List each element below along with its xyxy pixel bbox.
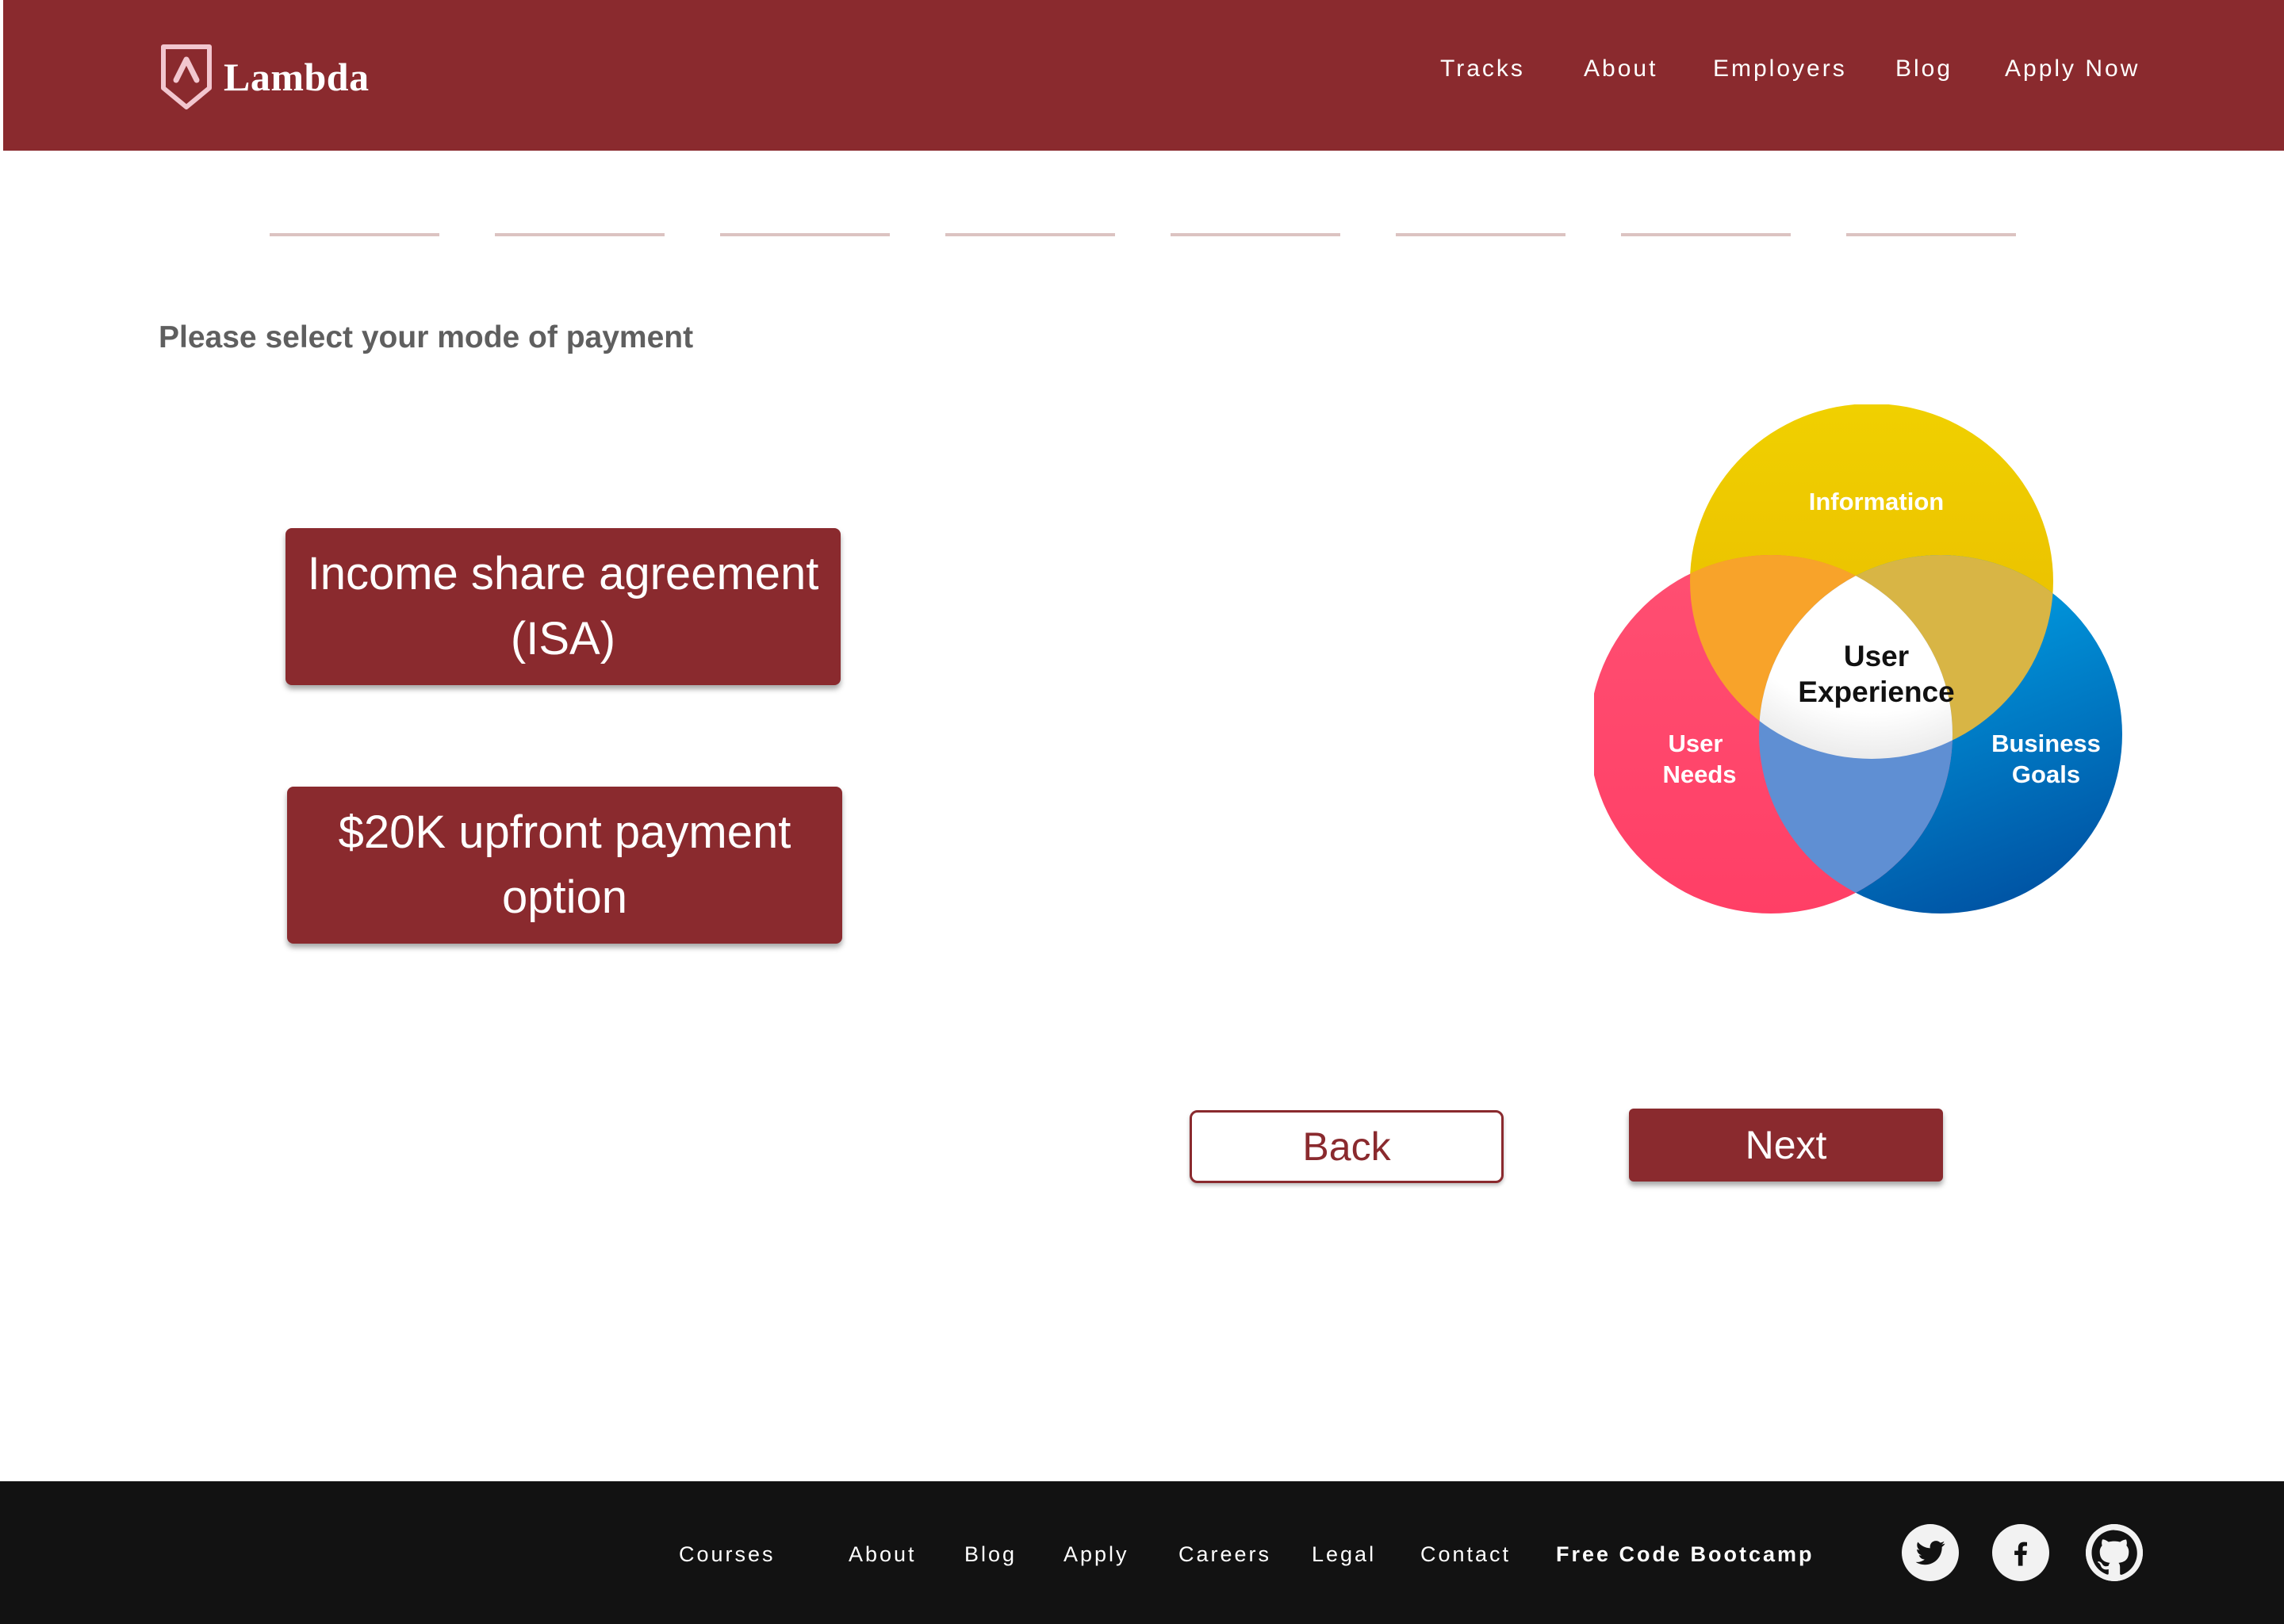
venn-label-business-goals-2: Goals bbox=[2012, 760, 2080, 788]
nav-apply-now[interactable]: Apply Now bbox=[2005, 49, 2140, 89]
progress-step bbox=[720, 233, 890, 236]
venn-label-user-needs-1: User bbox=[1669, 730, 1723, 757]
footer-legal[interactable]: Legal bbox=[1312, 1538, 1376, 1570]
ux-venn-diagram: Information User Needs Business Goals Us… bbox=[1594, 404, 2122, 914]
progress-step bbox=[945, 233, 1115, 236]
venn-label-information: Information bbox=[1809, 488, 1945, 515]
nav-about[interactable]: About bbox=[1584, 49, 1657, 89]
progress-step bbox=[270, 233, 439, 236]
footer-apply[interactable]: Apply bbox=[1063, 1538, 1129, 1570]
upfront-option-button[interactable]: $20K upfront payment option bbox=[287, 787, 842, 944]
isa-option-line2: (ISA) bbox=[510, 613, 616, 665]
venn-label-ux-2: Experience bbox=[1798, 676, 1954, 708]
nav-blog[interactable]: Blog bbox=[1895, 49, 1953, 89]
venn-label-ux-1: User bbox=[1844, 640, 1909, 672]
footer-blog[interactable]: Blog bbox=[964, 1538, 1017, 1570]
nav-tracks[interactable]: Tracks bbox=[1440, 49, 1525, 89]
payment-prompt: Please select your mode of payment bbox=[159, 320, 694, 354]
isa-option-button[interactable]: Income share agreement (ISA) bbox=[286, 528, 841, 685]
progress-step bbox=[1846, 233, 2016, 236]
facebook-icon bbox=[2014, 1542, 2027, 1566]
progress-step bbox=[495, 233, 665, 236]
footer-free-code-bootcamp[interactable]: Free Code Bootcamp bbox=[1556, 1538, 1815, 1570]
upfront-option-line1: $20K upfront payment bbox=[338, 806, 791, 858]
github-link[interactable] bbox=[2086, 1524, 2143, 1581]
site-footer: Courses About Blog Apply Careers Legal C… bbox=[0, 1481, 2284, 1624]
upfront-option-line2: option bbox=[501, 871, 628, 923]
footer-about[interactable]: About bbox=[849, 1538, 917, 1570]
venn-label-business-goals-1: Business bbox=[1991, 730, 2101, 757]
venn-label-user-needs-2: Needs bbox=[1662, 760, 1736, 788]
facebook-link[interactable] bbox=[1992, 1524, 2049, 1581]
progress-step bbox=[1396, 233, 1565, 236]
footer-careers[interactable]: Careers bbox=[1178, 1538, 1271, 1570]
footer-contact[interactable]: Contact bbox=[1420, 1538, 1511, 1570]
footer-courses[interactable]: Courses bbox=[679, 1538, 776, 1570]
progress-step bbox=[1171, 233, 1340, 236]
back-button[interactable]: Back bbox=[1190, 1110, 1504, 1183]
main-nav: Tracks About Employers Blog Apply Now bbox=[3, 49, 2284, 89]
isa-option-line1: Income share agreement bbox=[307, 548, 819, 599]
next-button[interactable]: Next bbox=[1629, 1109, 1943, 1182]
progress-step bbox=[1621, 233, 1791, 236]
top-header: Lambda Tracks About Employers Blog Apply… bbox=[3, 0, 2284, 151]
github-icon bbox=[2086, 1524, 2143, 1581]
nav-employers[interactable]: Employers bbox=[1713, 49, 1847, 89]
twitter-icon bbox=[1915, 1541, 1945, 1565]
page: Lambda Tracks About Employers Blog Apply… bbox=[0, 0, 2284, 1624]
twitter-link[interactable] bbox=[1902, 1524, 1959, 1581]
